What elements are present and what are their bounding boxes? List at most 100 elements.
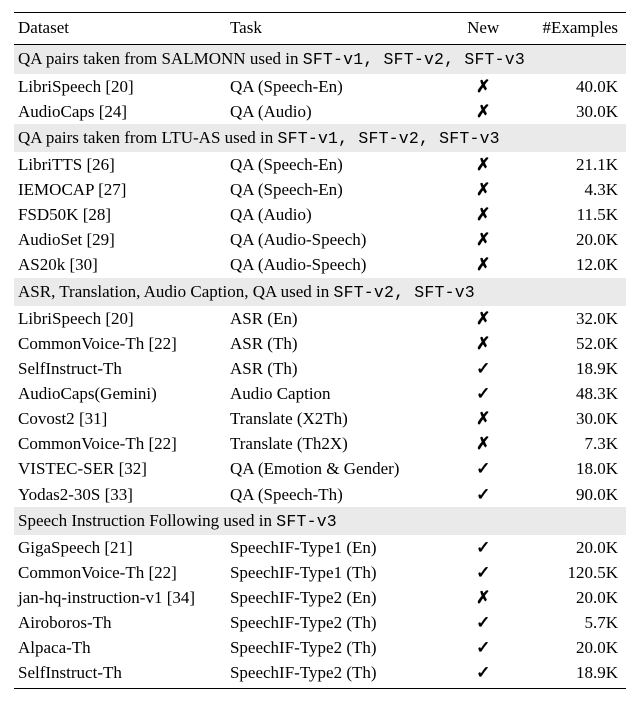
cell-task: QA (Audio) (226, 202, 450, 227)
cell-new: ✗ (450, 331, 516, 356)
dataset-name: Yodas2-30S (18, 485, 105, 504)
citation: [22] (148, 434, 176, 453)
cell-examples: 20.0K (516, 585, 626, 610)
section-header: QA pairs taken from SALMONN used in SFT-… (14, 45, 626, 74)
cell-dataset: FSD50K [28] (14, 202, 226, 227)
check-icon: ✓ (476, 459, 490, 478)
cell-new: ✓ (450, 610, 516, 635)
cell-examples: 4.3K (516, 177, 626, 202)
cell-examples: 12.0K (516, 252, 626, 277)
citation: [20] (105, 309, 133, 328)
citation: [21] (104, 538, 132, 557)
cell-new: ✓ (450, 482, 516, 507)
cell-dataset: Covost2 [31] (14, 406, 226, 431)
check-icon: ✓ (476, 538, 490, 557)
cell-task: Translate (Th2X) (226, 431, 450, 456)
cell-task: Audio Caption (226, 381, 450, 406)
cell-new: ✗ (450, 406, 516, 431)
cell-new: ✗ (450, 431, 516, 456)
citation: [24] (99, 102, 127, 121)
cell-examples: 32.0K (516, 306, 626, 331)
check-icon: ✓ (476, 384, 490, 403)
cell-examples: 20.0K (516, 635, 626, 660)
cross-icon: ✗ (476, 588, 490, 607)
citation: [22] (148, 563, 176, 582)
cell-task: QA (Speech-Th) (226, 482, 450, 507)
cell-dataset: LibriTTS [26] (14, 152, 226, 177)
cell-task: QA (Speech-En) (226, 177, 450, 202)
section-header-pre: QA pairs taken from LTU-AS used in (18, 128, 278, 147)
cell-task: ASR (Th) (226, 356, 450, 381)
check-icon: ✓ (476, 563, 490, 582)
table-row: Yodas2-30S [33]QA (Speech-Th)✓90.0K (14, 482, 626, 507)
cell-new: ✗ (450, 306, 516, 331)
citation: [28] (83, 205, 111, 224)
table-row: LibriSpeech [20] ASR (En)✗32.0K (14, 306, 626, 331)
table-row: CommonVoice-Th [22]Translate (Th2X)✗7.3K (14, 431, 626, 456)
cell-task: QA (Emotion & Gender) (226, 456, 450, 481)
cell-new: ✓ (450, 456, 516, 481)
dataset-name: jan-hq-instruction-v1 (18, 588, 167, 607)
cell-task: QA (Speech-En) (226, 74, 450, 99)
check-icon: ✓ (476, 663, 490, 682)
cell-task: SpeechIF-Type2 (Th) (226, 610, 450, 635)
table-row: LibriSpeech [20]QA (Speech-En)✗40.0K (14, 74, 626, 99)
cell-examples: 18.9K (516, 356, 626, 381)
header-row: Dataset Task New #Examples (14, 13, 626, 45)
table-row: CommonVoice-Th [22]ASR (Th)✗52.0K (14, 331, 626, 356)
dataset-name: LibriTTS (18, 155, 86, 174)
col-dataset: Dataset (14, 13, 226, 45)
citation: [20] (105, 77, 133, 96)
cell-dataset: IEMOCAP [27] (14, 177, 226, 202)
cross-icon: ✗ (476, 180, 490, 199)
dataset-name: VISTEC-SER (18, 459, 119, 478)
citation: [29] (86, 230, 114, 249)
section-header-pre: QA pairs taken from SALMONN used in (18, 49, 303, 68)
dataset-name: LibriSpeech (18, 309, 105, 328)
table-row: AS20k [30]QA (Audio-Speech)✗12.0K (14, 252, 626, 277)
cell-examples: 20.0K (516, 535, 626, 560)
cell-task: ASR (En) (226, 306, 450, 331)
col-examples: #Examples (516, 13, 626, 45)
section-header-text: QA pairs taken from SALMONN used in SFT-… (14, 45, 626, 74)
table-row: AudioCaps(Gemini)Audio Caption✓48.3K (14, 381, 626, 406)
section-header-pre: Speech Instruction Following used in (18, 511, 276, 530)
table-row: SelfInstruct-ThSpeechIF-Type2 (Th)✓18.9K (14, 660, 626, 688)
cell-task: QA (Audio) (226, 99, 450, 124)
cell-examples: 52.0K (516, 331, 626, 356)
cross-icon: ✗ (476, 205, 490, 224)
cell-task: SpeechIF-Type1 (Th) (226, 560, 450, 585)
dataset-name: AudioSet (18, 230, 86, 249)
citation: [32] (119, 459, 147, 478)
section-header: Speech Instruction Following used in SFT… (14, 507, 626, 535)
check-icon: ✓ (476, 613, 490, 632)
cell-dataset: AS20k [30] (14, 252, 226, 277)
dataset-name: AS20k (18, 255, 69, 274)
dataset-name: GigaSpeech (18, 538, 104, 557)
cell-examples: 90.0K (516, 482, 626, 507)
table-row: jan-hq-instruction-v1 [34]SpeechIF-Type2… (14, 585, 626, 610)
dataset-name: FSD50K (18, 205, 83, 224)
dataset-name: Alpaca-Th (18, 638, 91, 657)
dataset-name: Covost2 (18, 409, 79, 428)
dataset-name: Airoboros-Th (18, 613, 111, 632)
cell-new: ✓ (450, 356, 516, 381)
table-row: GigaSpeech [21]SpeechIF-Type1 (En)✓20.0K (14, 535, 626, 560)
cell-dataset: GigaSpeech [21] (14, 535, 226, 560)
cell-new: ✗ (450, 152, 516, 177)
cell-examples: 48.3K (516, 381, 626, 406)
citation: [27] (98, 180, 126, 199)
cell-examples: 18.0K (516, 456, 626, 481)
cell-task: QA (Audio-Speech) (226, 227, 450, 252)
cell-examples: 40.0K (516, 74, 626, 99)
citation: [33] (105, 485, 133, 504)
cell-new: ✓ (450, 560, 516, 585)
citation: [22] (148, 334, 176, 353)
cell-new: ✓ (450, 381, 516, 406)
table-row: Covost2 [31]Translate (X2Th)✗30.0K (14, 406, 626, 431)
check-icon: ✓ (476, 359, 490, 378)
cell-task: QA (Audio-Speech) (226, 252, 450, 277)
cell-task: SpeechIF-Type2 (Th) (226, 660, 450, 688)
cell-new: ✗ (450, 252, 516, 277)
cell-dataset: Yodas2-30S [33] (14, 482, 226, 507)
